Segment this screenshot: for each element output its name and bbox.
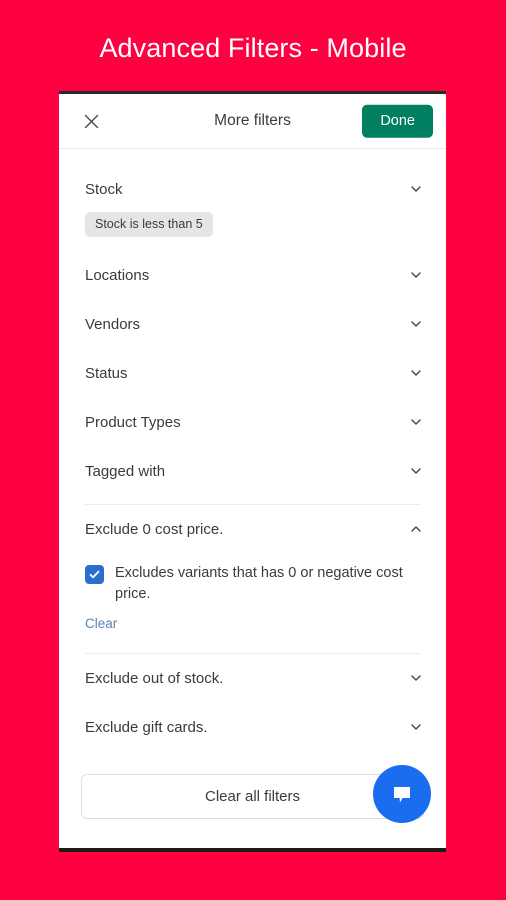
chevron-down-icon[interactable] [408,670,424,686]
filter-row-stock[interactable]: Stock [59,163,446,212]
filter-row-exclude-zero-cost-price[interactable]: Exclude 0 cost price. [59,505,446,554]
filter-row-vendors[interactable]: Vendors [59,300,446,349]
filter-label: Exclude gift cards. [85,718,208,736]
chevron-down-icon[interactable] [408,463,424,479]
filter-label: Tagged with [85,462,166,480]
filter-label: Exclude out of stock. [85,669,224,687]
chevron-down-icon[interactable] [408,267,424,283]
stock-chip-container: Stock is less than 5 [59,212,446,251]
done-button[interactable]: Done [362,104,433,138]
filter-label: Stock [85,180,123,198]
page-title: Advanced Filters - Mobile [99,33,407,63]
filter-list: Stock Stock is less than 5 Locations Ven… [59,149,446,819]
chevron-up-icon[interactable] [408,521,424,537]
filter-chip-stock[interactable]: Stock is less than 5 [85,212,213,237]
chevron-down-icon[interactable] [408,181,424,197]
checkbox-label: Excludes variants that has 0 or negative… [115,564,403,602]
clear-link[interactable]: Clear [85,616,117,631]
filter-label: Product Types [85,413,181,431]
modal-header: More filters Done [59,94,446,149]
chevron-down-icon[interactable] [408,719,424,735]
filter-row-exclude-gift-cards[interactable]: Exclude gift cards. [59,703,446,752]
filter-label: Locations [85,266,150,284]
mobile-filter-modal: More filters Done Stock Stock is less th… [59,91,446,852]
filter-label: Vendors [85,315,141,333]
chevron-down-icon[interactable] [408,365,424,381]
exclude-zero-cost-price-panel: Excludes variants that has 0 or negative… [59,554,446,639]
chevron-down-icon[interactable] [408,316,424,332]
filter-row-locations[interactable]: Locations [59,251,446,300]
chat-bubble-icon[interactable] [373,765,431,823]
filter-row-tagged-with[interactable]: Tagged with [59,447,446,496]
exclude-zero-cost-checkbox[interactable] [85,564,104,584]
close-icon[interactable] [80,110,102,132]
filter-label: Status [85,364,128,382]
filter-label: Exclude 0 cost price. [85,520,224,538]
filter-row-status[interactable]: Status [59,349,446,398]
top-spacer [59,149,446,163]
filter-row-product-types[interactable]: Product Types [59,398,446,447]
checkbox-line: Excludes variants that has 0 or negative… [85,563,420,605]
chevron-down-icon[interactable] [408,414,424,430]
filter-row-exclude-out-of-stock[interactable]: Exclude out of stock. [59,654,446,703]
